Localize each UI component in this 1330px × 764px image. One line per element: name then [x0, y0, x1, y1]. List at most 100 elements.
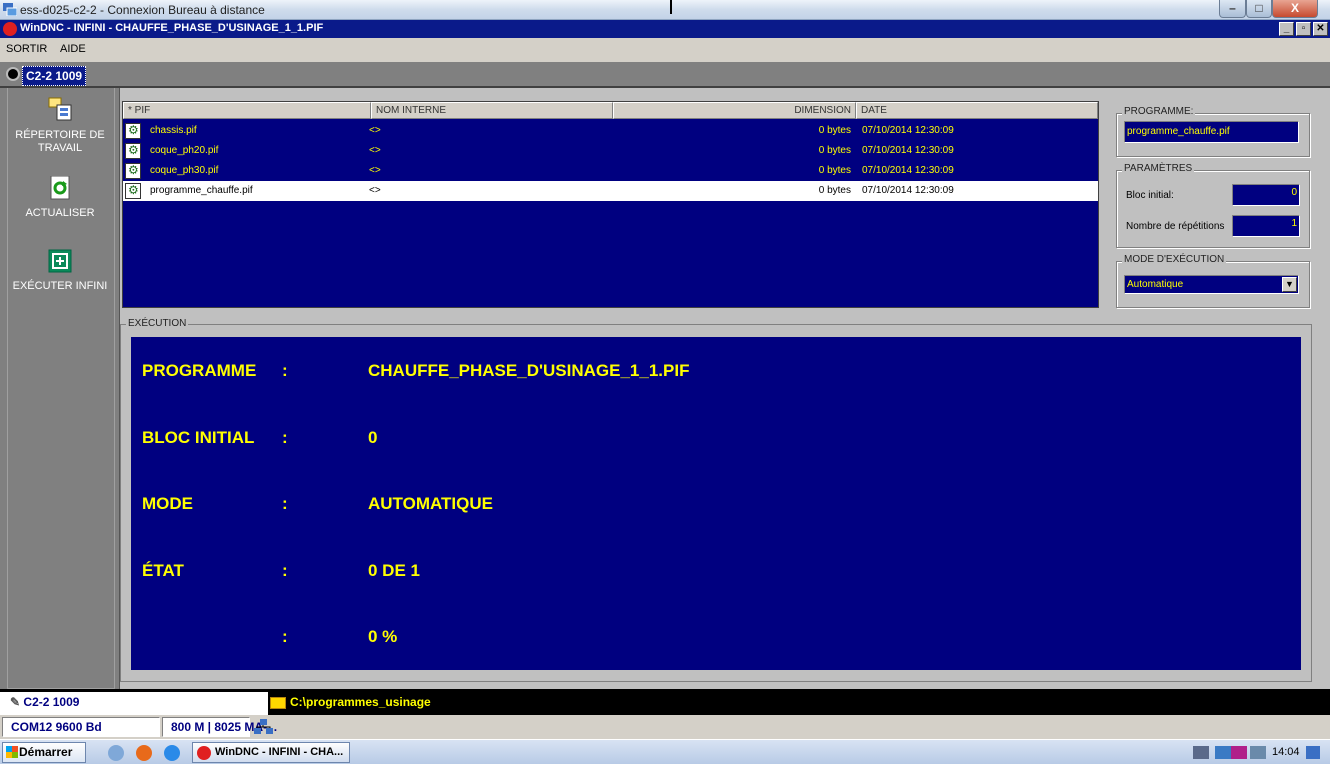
- file-name: coque_ph20.pif: [150, 145, 219, 156]
- repetitions-input[interactable]: 1: [1232, 215, 1300, 237]
- bloc-initial-input[interactable]: 0: [1232, 184, 1300, 206]
- exec-sep: :: [282, 361, 288, 380]
- menu-bar: SORTIR AIDE: [0, 38, 1330, 62]
- file-row[interactable]: coque_ph30.pif <> 0 bytes 07/10/2014 12:…: [123, 161, 1098, 181]
- bloc-initial-label: Bloc initial:: [1126, 190, 1174, 201]
- refresh-icon: [0, 175, 120, 204]
- file-name: programme_chauffe.pif: [150, 185, 253, 196]
- exec-value-bloc-initial: 0: [368, 428, 378, 447]
- file-row[interactable]: coque_ph20.pif <> 0 bytes 07/10/2014 12:…: [123, 141, 1098, 161]
- programme-group-label: PROGRAMME:: [1122, 106, 1196, 117]
- execution-display: PROGRAMME : CHAUFFE_PHASE_D'USINAGE_1_1.…: [131, 337, 1301, 670]
- exec-sep: :: [282, 428, 288, 447]
- pif-file-icon: [125, 163, 141, 179]
- status-com: COM12 9600 Bd: [2, 717, 160, 737]
- exec-key-mode: MODE: [142, 494, 193, 513]
- machine-status-icon: [6, 67, 20, 81]
- clock[interactable]: 14:04: [1272, 746, 1300, 758]
- file-list[interactable]: * PIF NOM INTERNE DIMENSION DATE chassis…: [122, 101, 1099, 308]
- windows-taskbar: Démarrer WinDNC - INFINI - CHA... 14:04: [0, 739, 1330, 764]
- exec-key-programme: PROGRAMME: [142, 361, 257, 380]
- exec-key-bloc-initial: BLOC INITIAL: [142, 428, 255, 447]
- file-size: 0 bytes: [818, 185, 851, 196]
- tray-app-icon[interactable]: [1215, 746, 1231, 759]
- file-date: 07/10/2014 12:30:09: [862, 165, 954, 176]
- parameters-group-label: PARAMÈTRES: [1122, 163, 1195, 174]
- execute-icon: [0, 249, 120, 277]
- app-close-button[interactable]: ✕: [1313, 22, 1328, 36]
- status-machine: ✎ C2-2 1009: [0, 692, 268, 715]
- exec-sep: :: [282, 627, 288, 646]
- col-header-pif[interactable]: * PIF: [123, 102, 371, 119]
- app-title: WinDNC - INFINI - CHAUFFE_PHASE_D'USINAG…: [20, 22, 324, 34]
- file-date: 07/10/2014 12:30:09: [862, 145, 954, 156]
- rdp-close-button[interactable]: X: [1272, 0, 1318, 18]
- machine-bar: C2-2 1009: [0, 62, 1330, 88]
- rdp-maximize-button[interactable]: □: [1246, 0, 1272, 18]
- rdp-pin-divider: [670, 0, 672, 14]
- status-bar-bottom: COM12 9600 Bd 800 M | 8025 MA-...: [0, 715, 1330, 739]
- status-path: C:\programmes_usinage: [290, 695, 431, 709]
- rdp-minimize-button[interactable]: –: [1219, 0, 1246, 18]
- tray-onenote-icon[interactable]: [1231, 746, 1247, 759]
- file-row-selected[interactable]: programme_chauffe.pif <> 0 bytes 07/10/2…: [123, 181, 1098, 201]
- pif-file-icon: [125, 123, 141, 139]
- app-maximize-button[interactable]: ▫: [1296, 22, 1311, 36]
- file-name: coque_ph30.pif: [150, 165, 219, 176]
- mode-group-label: MODE D'EXÉCUTION: [1122, 254, 1227, 265]
- exec-value-programme: CHAUFFE_PHASE_D'USINAGE_1_1.PIF: [368, 361, 690, 380]
- tray-display-icon[interactable]: [1193, 746, 1209, 759]
- tool-icon: ✎: [10, 695, 21, 709]
- menu-sortir[interactable]: SORTIR: [6, 43, 47, 55]
- working-directory-button[interactable]: RÉPERTOIRE DE TRAVAIL: [0, 96, 120, 155]
- repetitions-label: Nombre de répétitions: [1126, 221, 1225, 232]
- folder-icon: [270, 697, 286, 709]
- taskbar-windnc-label: WinDNC - INFINI - CHA...: [215, 746, 344, 758]
- col-header-internal-name[interactable]: NOM INTERNE: [371, 102, 613, 119]
- pif-file-icon: [125, 183, 141, 199]
- network-icon: [254, 719, 274, 735]
- explorer-quicklaunch-icon[interactable]: [108, 745, 124, 761]
- menu-aide[interactable]: AIDE: [60, 43, 86, 55]
- col-header-date[interactable]: DATE: [856, 102, 1098, 119]
- show-desktop-icon[interactable]: [1306, 746, 1320, 759]
- windnc-logo-icon: [3, 22, 17, 36]
- chevron-down-icon[interactable]: ▼: [1282, 277, 1297, 292]
- app-minimize-button[interactable]: _: [1279, 22, 1294, 36]
- mode-select-value: Automatique: [1127, 279, 1184, 290]
- mode-select[interactable]: Automatique ▼: [1124, 275, 1299, 294]
- exec-value-etat: 0 DE 1: [368, 561, 420, 580]
- file-internal: <>: [369, 185, 381, 196]
- file-row[interactable]: chassis.pif <> 0 bytes 07/10/2014 12:30:…: [123, 121, 1098, 141]
- exec-sep: :: [282, 561, 288, 580]
- refresh-button[interactable]: ACTUALISER: [0, 175, 120, 220]
- start-label: Démarrer: [19, 745, 73, 759]
- exec-sep: :: [282, 494, 288, 513]
- file-name: chassis.pif: [150, 125, 197, 136]
- exec-key-etat: ÉTAT: [142, 561, 184, 580]
- status-machine-name: C2-2 1009: [23, 695, 80, 709]
- rdp-title-bar: ess-d025-c2-2 - Connexion Bureau à dista…: [0, 0, 1330, 20]
- tray-network-icon[interactable]: [1250, 746, 1266, 759]
- taskbar-windnc-button[interactable]: WinDNC - INFINI - CHA...: [192, 742, 350, 763]
- execution-frame-label: EXÉCUTION: [126, 318, 189, 329]
- app-title-bar: WinDNC - INFINI - CHAUFFE_PHASE_D'USINAG…: [0, 20, 1330, 38]
- execute-button[interactable]: EXÉCUTER INFINI: [0, 249, 120, 293]
- status-bar-top: ✎ C2-2 1009 C:\programmes_usinage: [0, 692, 1330, 715]
- ie-quicklaunch-icon[interactable]: [164, 745, 180, 761]
- file-internal: <>: [369, 165, 381, 176]
- machine-tab[interactable]: C2-2 1009: [22, 66, 87, 86]
- working-directory-label: RÉPERTOIRE DE TRAVAIL: [15, 129, 105, 154]
- file-size: 0 bytes: [818, 145, 851, 156]
- status-memory: 800 M | 8025 MA-...: [162, 717, 277, 737]
- programme-field[interactable]: programme_chauffe.pif: [1124, 121, 1299, 143]
- file-internal: <>: [369, 125, 381, 136]
- windows-logo-icon: [6, 746, 18, 758]
- col-header-dimension[interactable]: DIMENSION: [613, 102, 856, 119]
- firefox-quicklaunch-icon[interactable]: [136, 745, 152, 761]
- file-internal: <>: [369, 145, 381, 156]
- folder-tree-icon: [0, 96, 120, 126]
- file-date: 07/10/2014 12:30:09: [862, 125, 954, 136]
- rdp-title: ess-d025-c2-2 - Connexion Bureau à dista…: [20, 3, 265, 17]
- execute-label: EXÉCUTER INFINI: [12, 280, 108, 292]
